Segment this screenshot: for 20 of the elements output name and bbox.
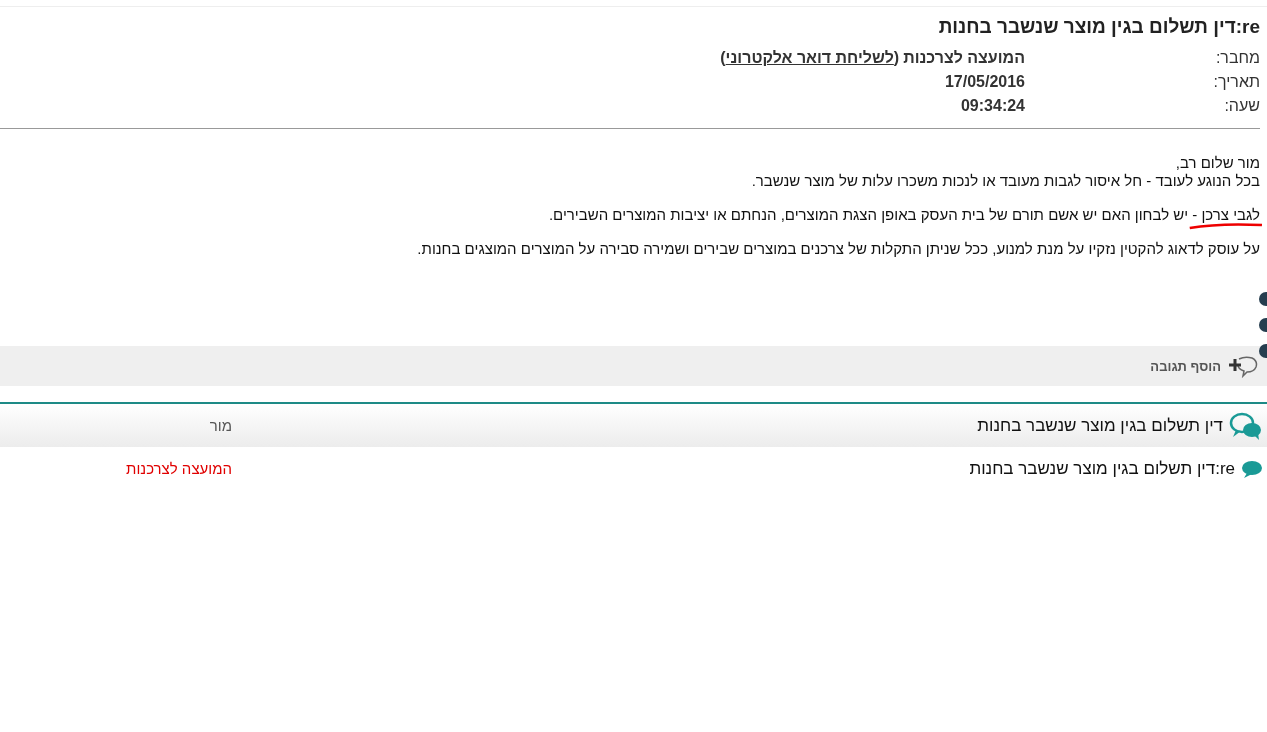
paragraph-text: בכל הנוגע לעובד - חל איסור לגבות מעובד או לנכות משכרו עלות של מוצר שנשבר. xyxy=(751,172,1260,189)
message-title: re:דין תשלום בגין מוצר שנשבר בחנות xyxy=(937,16,1260,38)
chat-bubble-icon xyxy=(1241,459,1263,478)
add-reply-button[interactable]: הוסף תגובה xyxy=(1150,354,1259,378)
field-label: מחבר: xyxy=(1214,49,1260,67)
field-value: 09:34:24 xyxy=(960,97,1025,114)
thread-title[interactable]: re:דין תשלום בגין מוצר שנשבר בחנות xyxy=(969,458,1235,479)
paragraph-text: על עוסק לדאוג להקטין נזקיו על מנת למנוע, ככל שניתן התקלות של צרכנים במוצרים שבירים ושמירה סבירה על המוצרים המוצגים בחנות. xyxy=(417,240,1260,257)
add-comment-icon xyxy=(1227,354,1259,378)
thread-author: המועצה לצרכנות xyxy=(126,460,232,477)
thread-author: מור xyxy=(209,417,232,434)
paragraph-text: לגבי צרכן - יש לבחון האם יש אשם תורם של בית העסק באופן הצגת המוצרים, הנחתם או יציבות המוצרים השבירים. xyxy=(548,206,1260,223)
paragraph-text: מור שלום רב, xyxy=(1175,154,1260,171)
field-label: תאריך: xyxy=(1212,73,1260,91)
field-label: שעה: xyxy=(1223,97,1260,115)
field-value: 17/05/2016 xyxy=(944,73,1025,90)
thread-title[interactable]: דין תשלום בגין מוצר שנשבר בחנות xyxy=(977,415,1223,436)
field-value: המועצה לצרכנות xyxy=(903,49,1025,66)
chat-bubbles-icon xyxy=(1229,410,1263,441)
email-link[interactable]: (לשליחת דואר אלקטרוני) xyxy=(720,49,900,66)
